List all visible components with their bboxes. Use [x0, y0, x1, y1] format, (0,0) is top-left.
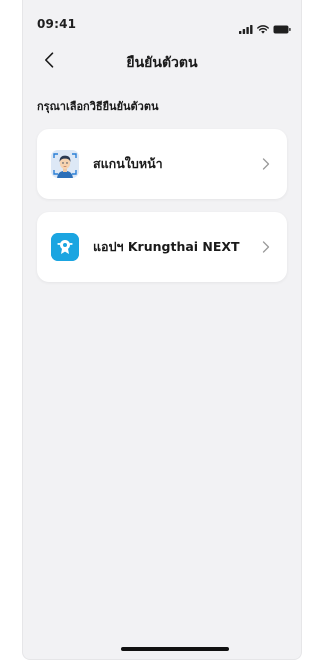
home-indicator[interactable] [121, 647, 229, 651]
option-label-face-scan: สแกนใบหน้า [93, 156, 163, 171]
option-label-krungthai-next: แอปฯ Krungthai NEXT [93, 239, 240, 254]
section-label: กรุณาเลือกวิธียืนยันตัวตน [37, 100, 159, 113]
status-bar: 09:41 [23, 0, 301, 40]
nav-bar: ยืนยันตัวตน [23, 44, 301, 80]
battery-icon [273, 19, 291, 38]
page-title: ยืนยันตัวตน [126, 55, 198, 71]
face-scan-icon [51, 150, 79, 178]
status-time: 09:41 [37, 17, 77, 31]
option-krungthai-next[interactable]: แอปฯ Krungthai NEXT [37, 212, 287, 282]
chevron-right-icon [261, 157, 271, 171]
option-face-scan[interactable]: สแกนใบหน้า [37, 129, 287, 199]
signal-icon [239, 19, 253, 38]
krungthai-app-icon [51, 233, 79, 261]
chevron-right-icon [261, 240, 271, 254]
wifi-icon [257, 19, 269, 38]
status-icons [239, 19, 291, 38]
phone-screen: 09:41 ยืนยันตัวตน กรุณาเลือกวิธียืนยันตั… [22, 0, 302, 660]
